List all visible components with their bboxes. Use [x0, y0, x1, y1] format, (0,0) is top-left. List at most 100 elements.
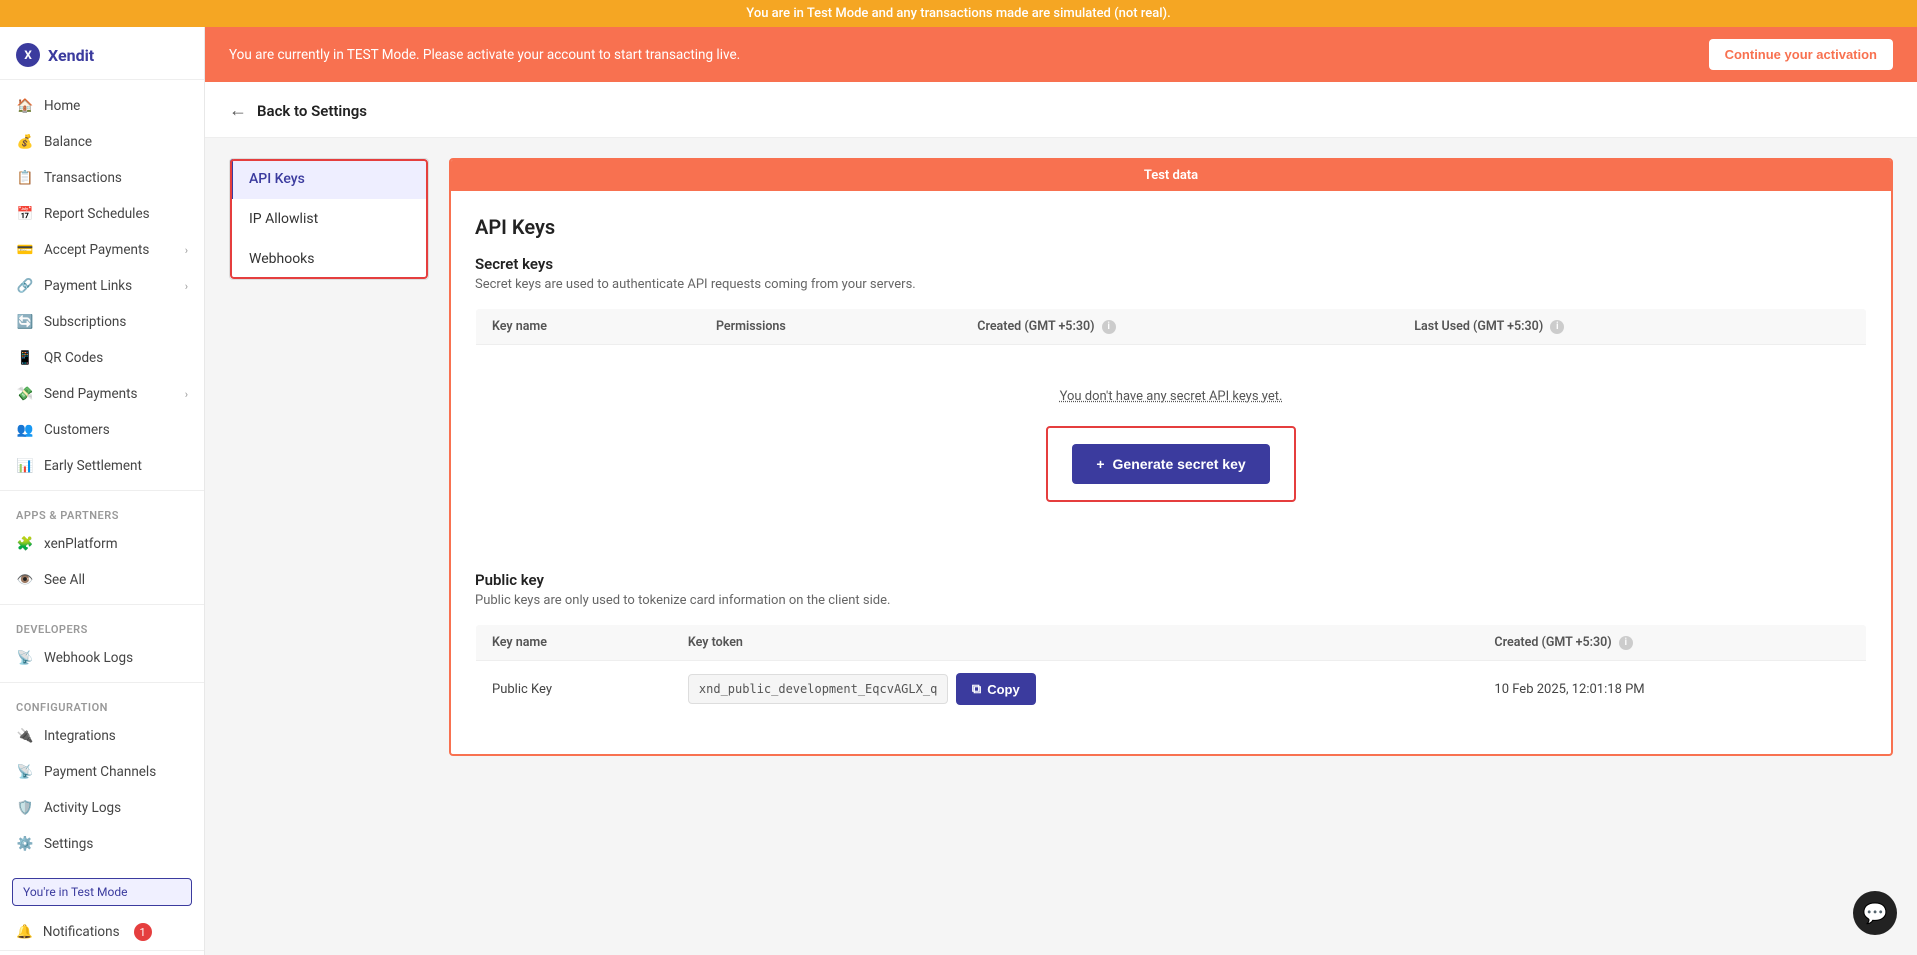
logo-icon: X — [16, 43, 40, 67]
activity-logs-icon: 🛡️ — [16, 799, 34, 817]
activation-banner: You are currently in TEST Mode. Please a… — [205, 27, 1917, 82]
sidebar-item-label: Integrations — [44, 728, 116, 744]
side-menu-label: IP Allowlist — [249, 211, 318, 227]
sidebar-item-balance[interactable]: 💰 Balance — [0, 124, 204, 160]
sidebar-item-webhook-logs[interactable]: 📡 Webhook Logs — [0, 640, 204, 676]
integrations-icon: 🔌 — [16, 727, 34, 745]
xenplatform-icon: 🧩 — [16, 535, 34, 553]
side-menu-label: API Keys — [249, 171, 305, 187]
api-card-header: Test data — [451, 160, 1891, 191]
api-keys-title: API Keys — [475, 215, 1867, 239]
secret-keys-desc: Secret keys are used to authenticate API… — [475, 277, 1867, 292]
activation-message: You are currently in TEST Mode. Please a… — [229, 47, 740, 63]
sidebar-item-qr-codes[interactable]: 📱 QR Codes — [0, 340, 204, 376]
sidebar-item-customers[interactable]: 👥 Customers — [0, 412, 204, 448]
sidebar-item-label: Balance — [44, 134, 92, 150]
sidebar-item-label: Webhook Logs — [44, 650, 133, 666]
pub-col-created: Created (GMT +5:30) i — [1478, 625, 1866, 661]
back-nav-label: Back to Settings — [257, 102, 367, 120]
top-test-banner: You are in Test Mode and any transaction… — [0, 0, 1917, 27]
logo-text: Xendit — [48, 46, 94, 65]
sidebar-item-payment-channels[interactable]: 📡 Payment Channels — [0, 754, 204, 790]
webhook-logs-icon: 📡 — [16, 649, 34, 667]
pub-key-name-cell: Public Key — [476, 661, 672, 718]
transactions-icon: 📋 — [16, 169, 34, 187]
payment-channels-icon: 📡 — [16, 763, 34, 781]
sidebar-item-label: Home — [44, 98, 80, 114]
chat-bubble[interactable]: 💬 — [1853, 891, 1897, 935]
qr-codes-icon: 📱 — [16, 349, 34, 367]
copy-button[interactable]: ⧉ Copy — [956, 673, 1036, 705]
back-arrow-icon[interactable]: ← — [229, 100, 247, 121]
apps-section-label: APPS & PARTNERS — [0, 497, 204, 526]
col-permissions: Permissions — [700, 309, 961, 345]
col-key-name: Key name — [476, 309, 700, 345]
sidebar-item-report-schedules[interactable]: 📅 Report Schedules — [0, 196, 204, 232]
pub-col-key-name: Key name — [476, 625, 672, 661]
sidebar-item-transactions[interactable]: 📋 Transactions — [0, 160, 204, 196]
generate-key-label: Generate secret key — [1113, 456, 1246, 472]
send-payments-icon: 💸 — [16, 385, 34, 403]
sidebar-item-home[interactable]: 🏠 Home — [0, 88, 204, 124]
sidebar-logo[interactable]: X Xendit — [0, 27, 204, 80]
generate-key-highlight-border: + Generate secret key — [1046, 426, 1295, 502]
pub-created-info-icon[interactable]: i — [1619, 636, 1633, 650]
sidebar-item-send-payments[interactable]: 💸 Send Payments › — [0, 376, 204, 412]
notification-count-badge: 1 — [134, 923, 152, 941]
sidebar-divider — [0, 604, 204, 605]
sidebar-item-settings[interactable]: ⚙️ Settings — [0, 826, 204, 862]
plus-icon: + — [1096, 456, 1104, 472]
col-last-used: Last Used (GMT +5:30) i — [1398, 309, 1866, 345]
payment-links-icon: 🔗 — [16, 277, 34, 295]
public-key-desc: Public keys are only used to tokenize ca… — [475, 593, 1867, 608]
generate-secret-key-button[interactable]: + Generate secret key — [1072, 444, 1269, 484]
side-menu-item-api-keys[interactable]: API Keys — [230, 159, 428, 199]
early-settlement-icon: 📊 — [16, 457, 34, 475]
secret-keys-table: Key name Permissions Created (GMT +5:30)… — [475, 308, 1867, 547]
developers-section-label: DEVELOPERS — [0, 611, 204, 640]
notifications-item[interactable]: 🔔 Notifications 1 — [0, 914, 204, 950]
api-card-body: API Keys Secret keys Secret keys are use… — [451, 191, 1891, 754]
sidebar-item-label: See All — [44, 572, 85, 588]
public-key-section: Public key Public keys are only used to … — [475, 571, 1867, 718]
back-nav: ← Back to Settings — [205, 82, 1917, 138]
side-menu-item-webhooks[interactable]: Webhooks — [230, 239, 428, 279]
key-token-input[interactable] — [688, 674, 948, 704]
pub-col-key-token: Key token — [672, 625, 1479, 661]
sidebar-item-subscriptions[interactable]: 🔄 Subscriptions — [0, 304, 204, 340]
secret-keys-empty-row: You don't have any secret API keys yet. … — [476, 345, 1867, 547]
sidebar-item-xenplatform[interactable]: 🧩 xenPlatform — [0, 526, 204, 562]
sidebar-item-label: Report Schedules — [44, 206, 150, 222]
sidebar-item-label: xenPlatform — [44, 536, 118, 552]
sidebar-item-integrations[interactable]: 🔌 Integrations — [0, 718, 204, 754]
key-token-container: ⧉ Copy — [688, 673, 1463, 705]
sidebar-item-see-all[interactable]: 👁️ See All — [0, 562, 204, 598]
chevron-right-icon: › — [185, 244, 188, 257]
pub-col-key-token-text: Key token — [688, 635, 743, 650]
sidebar-item-accept-payments[interactable]: 💳 Accept Payments › — [0, 232, 204, 268]
sidebar-item-activity-logs[interactable]: 🛡️ Activity Logs — [0, 790, 204, 826]
copy-label: Copy — [987, 682, 1020, 697]
sidebar-item-label: Payment Links — [44, 278, 132, 294]
test-mode-badge[interactable]: You're in Test Mode — [12, 878, 192, 906]
sidebar-item-early-settlement[interactable]: 📊 Early Settlement — [0, 448, 204, 484]
public-key-row: Public Key ⧉ Copy — [476, 661, 1867, 718]
home-icon: 🏠 — [16, 97, 34, 115]
sidebar-item-payment-links[interactable]: 🔗 Payment Links › — [0, 268, 204, 304]
chevron-right-icon: › — [185, 280, 188, 293]
created-info-icon[interactable]: i — [1102, 320, 1116, 334]
pub-key-created-cell: 10 Feb 2025, 12:01:18 PM — [1478, 661, 1866, 718]
continue-activation-button[interactable]: Continue your activation — [1709, 39, 1893, 70]
side-menu-item-ip-allowlist[interactable]: IP Allowlist — [230, 199, 428, 239]
sidebar-divider — [0, 490, 204, 491]
report-schedules-icon: 📅 — [16, 205, 34, 223]
sidebar-item-label: Send Payments — [44, 386, 138, 402]
col-last-used-text: Last Used (GMT +5:30) — [1414, 319, 1543, 334]
api-keys-card: Test data API Keys Secret keys Secret ke… — [449, 158, 1893, 756]
settings-icon: ⚙️ — [16, 835, 34, 853]
pub-col-created-text: Created (GMT +5:30) — [1494, 635, 1611, 650]
sidebar-item-label: Customers — [44, 422, 110, 438]
empty-cell: You don't have any secret API keys yet. … — [476, 345, 1867, 547]
sidebar-nav: 🏠 Home 💰 Balance 📋 Transactions 📅 Report… — [0, 80, 204, 870]
last-used-info-icon[interactable]: i — [1550, 320, 1564, 334]
